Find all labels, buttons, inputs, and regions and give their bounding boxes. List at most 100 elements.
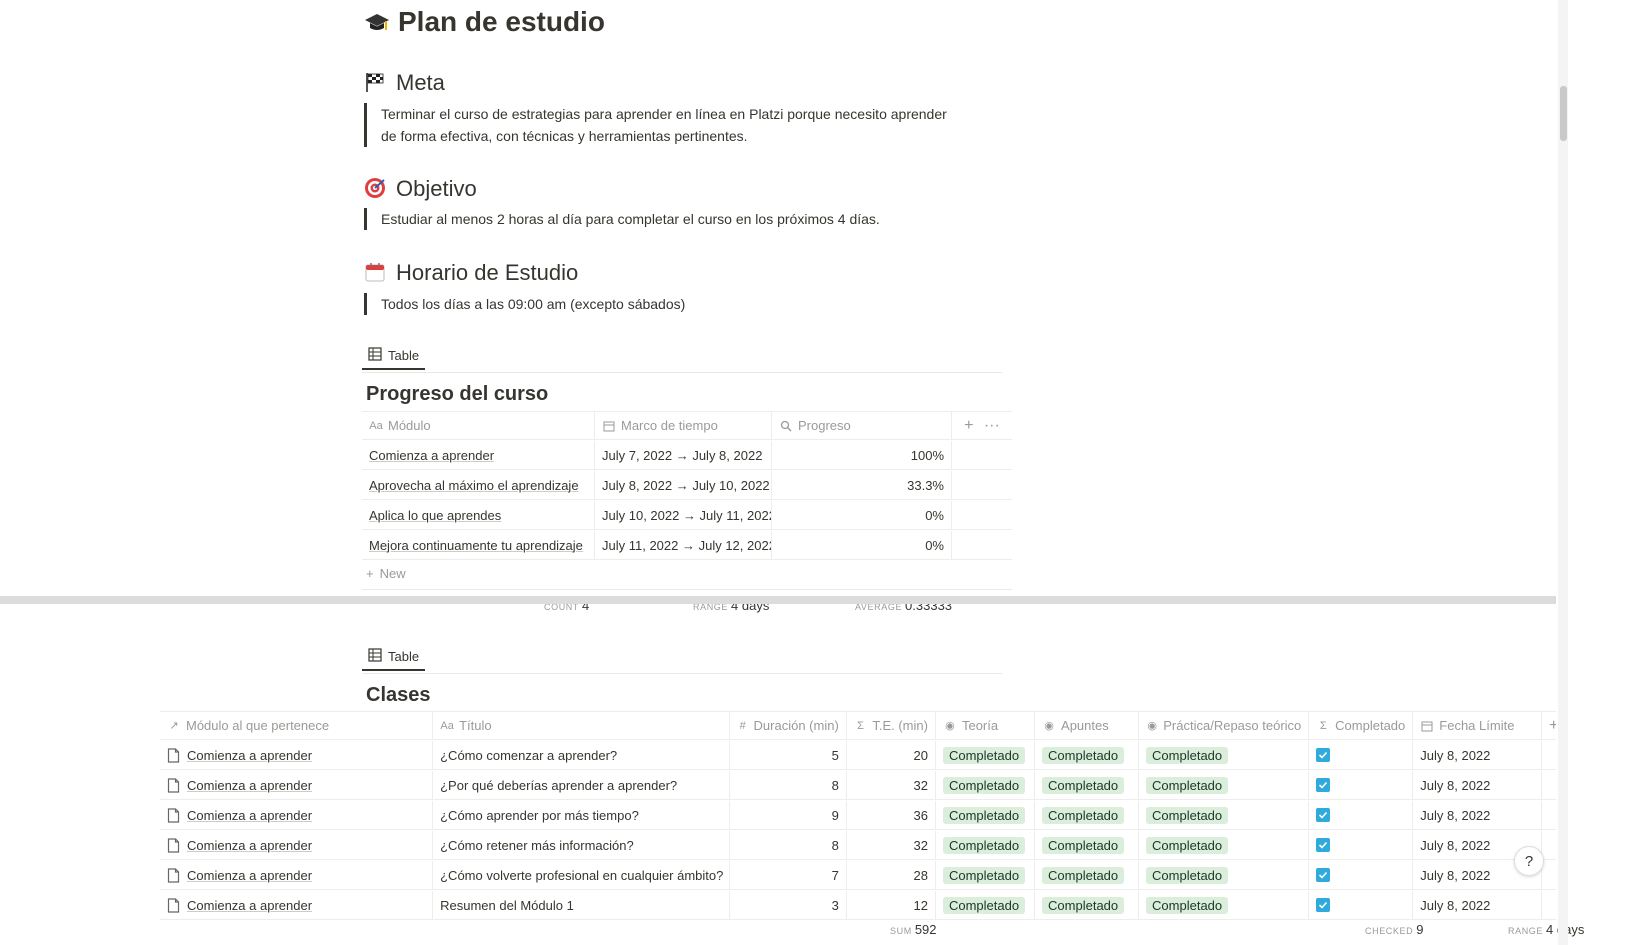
relation-link[interactable]: Comienza a aprender (187, 838, 312, 853)
row-title[interactable]: Mejora continuamente tu aprendizaje (369, 538, 583, 553)
row-title[interactable]: Aprovecha al máximo el aprendizaje (369, 478, 579, 493)
cell-modulo-pertenece[interactable]: Comienza a aprender (160, 861, 434, 889)
cell-marco[interactable]: July 11, 2022 → July 12, 2022 (595, 531, 772, 559)
cell-practica[interactable]: Completado (1139, 771, 1310, 799)
cell-teoria[interactable]: Completado (936, 891, 1036, 919)
row-title[interactable]: Comienza a aprender (369, 448, 494, 463)
table-row[interactable]: Comienza a aprender July 7, 2022 → July … (362, 441, 1012, 470)
column-header-te[interactable]: Σ T.E. (min) (847, 712, 936, 739)
cell-apuntes[interactable]: Completado (1035, 861, 1140, 889)
tab-table-clases[interactable]: Table (362, 644, 426, 671)
cell-apuntes[interactable]: Completado (1035, 741, 1140, 769)
cell-modulo[interactable]: Aprovecha al máximo el aprendizaje (362, 471, 595, 499)
column-header-progreso[interactable]: Progreso (772, 412, 952, 439)
cell-practica[interactable]: Completado (1139, 831, 1310, 859)
row-title[interactable]: Aplica lo que aprendes (369, 508, 501, 523)
cell-completado[interactable] (1309, 891, 1414, 919)
checkbox-checked-icon[interactable] (1316, 838, 1331, 852)
table-row[interactable]: Aplica lo que aprendes July 10, 2022 → J… (362, 501, 1012, 530)
vertical-scrollbar[interactable] (1558, 0, 1568, 945)
cell-progreso[interactable]: 0% (772, 531, 952, 559)
cell-completado[interactable] (1309, 801, 1414, 829)
cell-progreso[interactable]: 33.3% (772, 471, 952, 499)
relation-link[interactable]: Comienza a aprender (187, 778, 312, 793)
table-row[interactable]: Comienza a aprender Resumen del Módulo 1… (160, 891, 1556, 920)
cell-modulo[interactable]: Aplica lo que aprendes (362, 501, 595, 529)
cell-marco[interactable]: July 8, 2022 → July 10, 2022 (595, 471, 772, 499)
cell-teoria[interactable]: Completado (936, 741, 1036, 769)
cell-modulo-pertenece[interactable]: Comienza a aprender (160, 801, 434, 829)
calc-sum[interactable]: SUM 592 (890, 922, 937, 937)
checkbox-checked-icon[interactable] (1316, 748, 1331, 762)
database-title-clases[interactable]: Clases (366, 684, 431, 707)
column-header-fecha[interactable]: Fecha Límite (1413, 712, 1542, 739)
cell-teoria[interactable]: Completado (936, 771, 1036, 799)
cell-duracion[interactable]: 9 (730, 801, 847, 829)
cell-apuntes[interactable]: Completado (1035, 831, 1140, 859)
cell-duracion[interactable]: 7 (730, 861, 847, 889)
cell-duracion[interactable]: 5 (730, 741, 847, 769)
cell-completado[interactable] (1309, 831, 1414, 859)
cell-te[interactable]: 20 (847, 741, 936, 769)
cell-modulo-pertenece[interactable]: Comienza a aprender (160, 891, 434, 919)
cell-titulo[interactable]: ¿Cómo retener más información? (433, 831, 730, 859)
column-header-modulo-pertenece[interactable]: ↗ Módulo al que pertenece (160, 712, 434, 739)
cell-teoria[interactable]: Completado (936, 831, 1036, 859)
cell-te[interactable]: 36 (847, 801, 936, 829)
cell-progreso[interactable]: 0% (772, 501, 952, 529)
add-property-icon[interactable]: + (1549, 717, 1556, 735)
cell-marco[interactable]: July 10, 2022 → July 11, 2022 (595, 501, 772, 529)
cell-te[interactable]: 28 (847, 861, 936, 889)
cell-fecha[interactable]: July 8, 2022 (1413, 801, 1542, 829)
table-row[interactable]: Mejora continuamente tu aprendizaje July… (362, 531, 1012, 560)
relation-link[interactable]: Comienza a aprender (187, 898, 312, 913)
column-header-modulo[interactable]: Aa Módulo (362, 412, 595, 439)
cell-titulo[interactable]: ¿Cómo comenzar a aprender? (433, 741, 730, 769)
relation-link[interactable]: Comienza a aprender (187, 868, 312, 883)
table-row[interactable]: Comienza a aprender ¿Cómo retener más in… (160, 831, 1556, 860)
cell-practica[interactable]: Completado (1139, 741, 1310, 769)
calc-range-clases[interactable]: RANGE 4 days (1508, 922, 1584, 937)
checkbox-checked-icon[interactable] (1316, 898, 1331, 912)
relation-link[interactable]: Comienza a aprender (187, 808, 312, 823)
cell-te[interactable]: 32 (847, 831, 936, 859)
help-button[interactable]: ? (1514, 846, 1544, 876)
new-row-button[interactable]: + New (366, 566, 406, 581)
database-title-progreso[interactable]: Progreso del curso (366, 383, 548, 406)
cell-modulo[interactable]: Mejora continuamente tu aprendizaje (362, 531, 595, 559)
cell-teoria[interactable]: Completado (936, 861, 1036, 889)
table-row[interactable]: Comienza a aprender ¿Por qué deberías ap… (160, 771, 1556, 800)
cell-teoria[interactable]: Completado (936, 801, 1036, 829)
cell-completado[interactable] (1309, 771, 1414, 799)
cell-apuntes[interactable]: Completado (1035, 801, 1140, 829)
cell-practica[interactable]: Completado (1139, 801, 1310, 829)
table-row[interactable]: Comienza a aprender ¿Cómo volverte profe… (160, 861, 1556, 890)
table-row[interactable]: Comienza a aprender ¿Cómo comenzar a apr… (160, 741, 1556, 770)
cell-fecha[interactable]: July 8, 2022 (1413, 741, 1542, 769)
cell-fecha[interactable]: July 8, 2022 (1413, 771, 1542, 799)
cell-duracion[interactable]: 8 (730, 771, 847, 799)
cell-te[interactable]: 12 (847, 891, 936, 919)
cell-practica[interactable]: Completado (1139, 891, 1310, 919)
cell-completado[interactable] (1309, 741, 1414, 769)
cell-modulo-pertenece[interactable]: Comienza a aprender (160, 771, 434, 799)
cell-fecha[interactable]: July 8, 2022 (1413, 891, 1542, 919)
cell-titulo[interactable]: ¿Cómo aprender por más tiempo? (433, 801, 730, 829)
column-header-apuntes[interactable]: ◉ Apuntes (1035, 712, 1140, 739)
table-row[interactable]: Comienza a aprender ¿Cómo aprender por m… (160, 801, 1556, 830)
checkbox-checked-icon[interactable] (1316, 808, 1331, 822)
column-header-duracion[interactable]: # Duración (min) (730, 712, 847, 739)
column-header-titulo[interactable]: Aa Título (433, 712, 730, 739)
column-header-teoria[interactable]: ◉ Teoría (936, 712, 1036, 739)
cell-practica[interactable]: Completado (1139, 861, 1310, 889)
cell-apuntes[interactable]: Completado (1035, 771, 1140, 799)
column-header-practica[interactable]: ◉ Práctica/Repaso teórico (1139, 712, 1310, 739)
cell-duracion[interactable]: 8 (730, 831, 847, 859)
cell-marco[interactable]: July 7, 2022 → July 8, 2022 (595, 441, 772, 469)
checkbox-checked-icon[interactable] (1316, 778, 1331, 792)
table-row[interactable]: Aprovecha al máximo el aprendizaje July … (362, 471, 1012, 500)
more-options-icon[interactable]: ··· (984, 417, 1000, 435)
cell-modulo-pertenece[interactable]: Comienza a aprender (160, 741, 434, 769)
cell-modulo-pertenece[interactable]: Comienza a aprender (160, 831, 434, 859)
cell-duracion[interactable]: 3 (730, 891, 847, 919)
